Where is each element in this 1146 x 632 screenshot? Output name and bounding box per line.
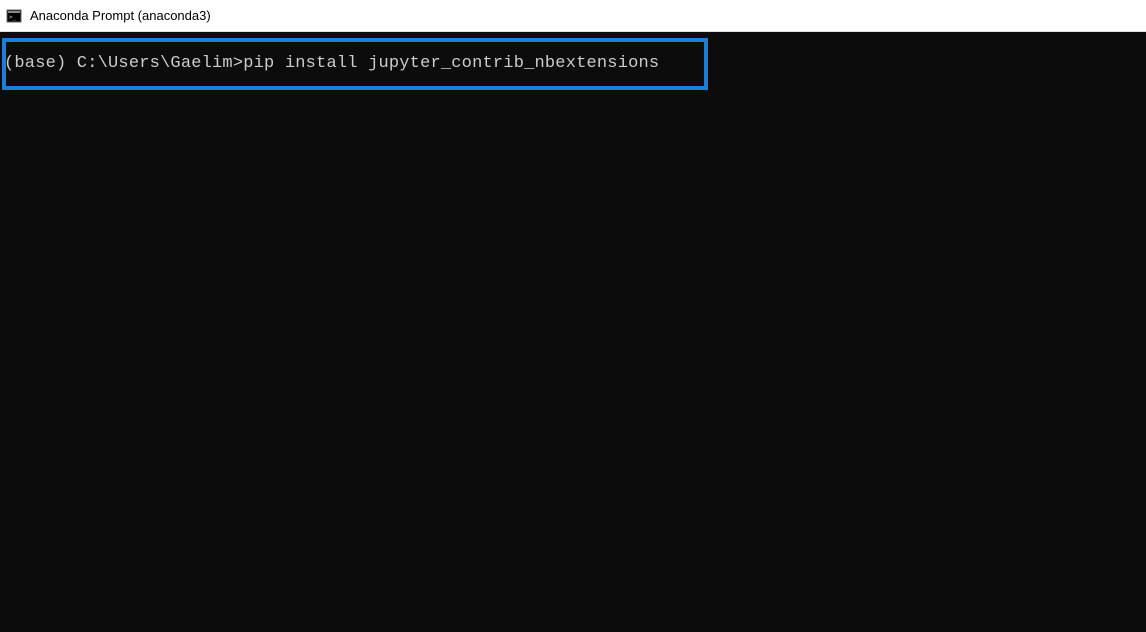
terminal-icon: >_ [6, 8, 22, 24]
svg-text:>_: >_ [9, 14, 17, 21]
terminal-line: (base) C:\Users\Gaelim>pip install jupyt… [0, 40, 1146, 73]
terminal-body[interactable]: (base) C:\Users\Gaelim>pip install jupyt… [0, 32, 1146, 632]
window-title-bar[interactable]: >_ Anaconda Prompt (anaconda3) [0, 0, 1146, 32]
window-title: Anaconda Prompt (anaconda3) [30, 8, 211, 23]
terminal-command: pip install jupyter_contrib_nbextensions [243, 54, 659, 73]
terminal-prompt: (base) C:\Users\Gaelim> [4, 54, 243, 73]
